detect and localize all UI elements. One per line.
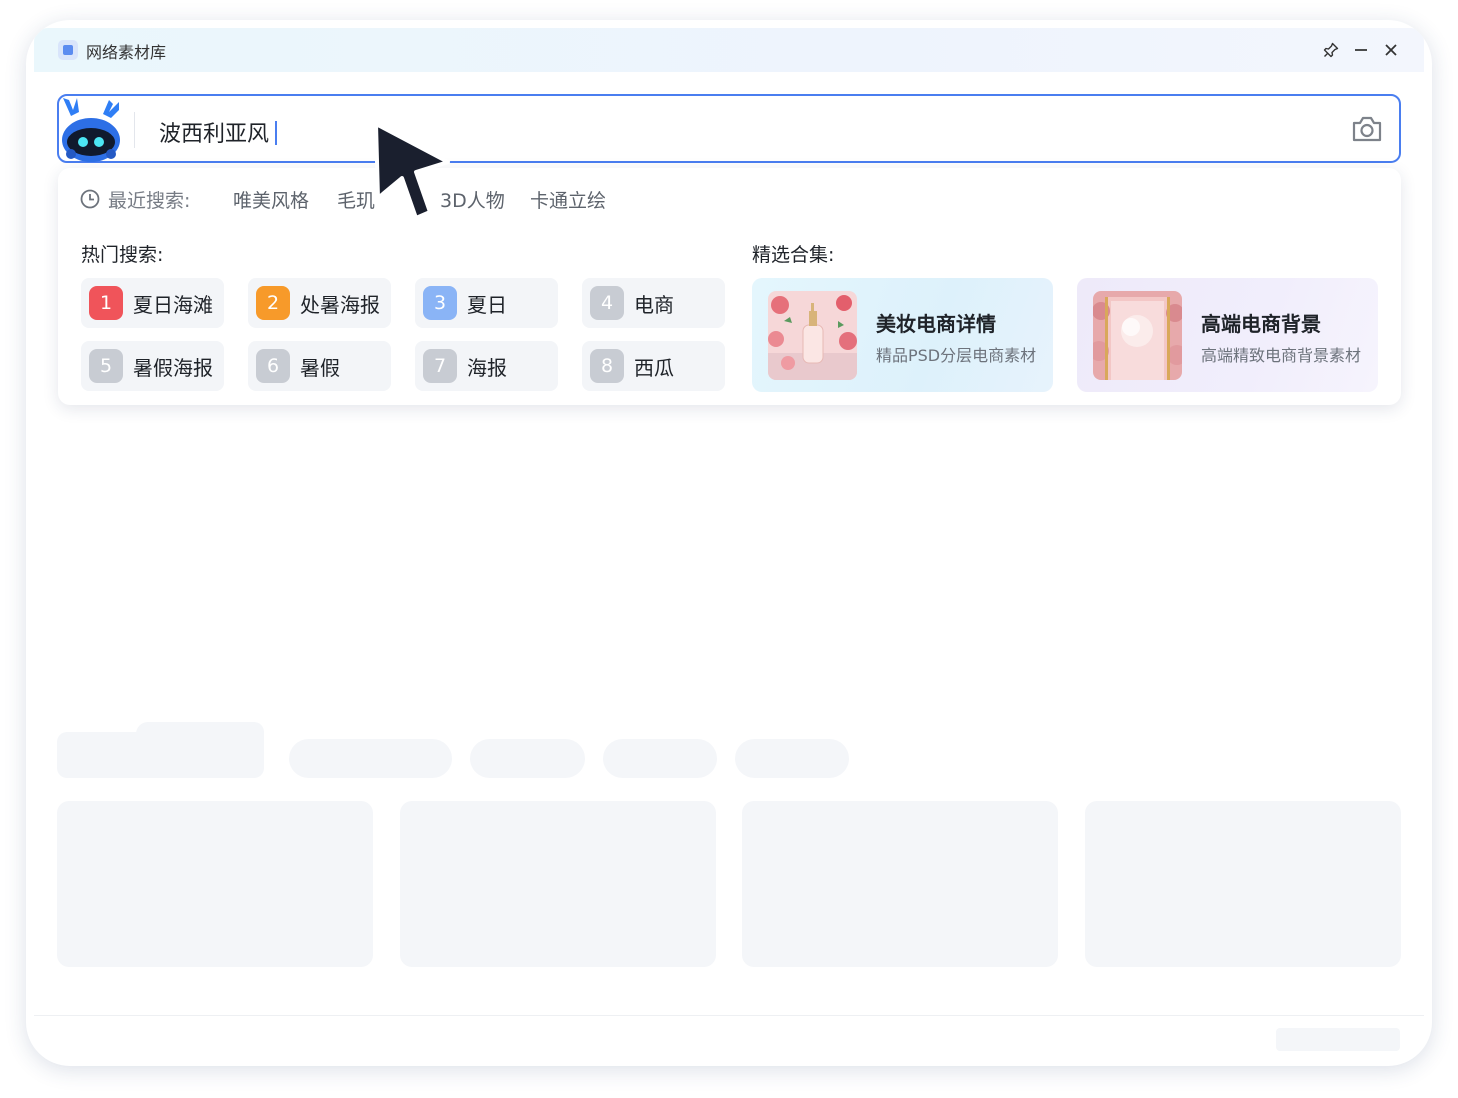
- collection-subtitle: 精品PSD分层电商素材: [876, 346, 1037, 365]
- hot-search-chip[interactable]: 6 暑假: [248, 341, 391, 391]
- skeleton-card: [57, 801, 373, 967]
- chip-label: 夏日: [467, 292, 507, 317]
- title-bar: 网络素材库: [34, 28, 1424, 72]
- pin-icon: [1323, 42, 1339, 58]
- skeleton-card: [1085, 801, 1401, 967]
- hot-search-chip[interactable]: 1 夏日海滩: [81, 278, 224, 328]
- minimize-button[interactable]: [1347, 36, 1375, 64]
- hot-search-chip[interactable]: 7 海报: [415, 341, 558, 391]
- mascot-avatar-icon: [62, 98, 120, 162]
- hot-search-title: 热门搜索:: [81, 244, 164, 266]
- close-icon: [1385, 44, 1397, 56]
- camera-icon[interactable]: [1351, 114, 1383, 144]
- app-window: 网络素材库 波西利亚风 最近搜索: 唯美风格 毛玑 3D人物 卡通立绘 热门搜索…: [26, 20, 1432, 1066]
- clock-icon: [80, 189, 100, 209]
- featured-title: 精选合集:: [752, 244, 835, 266]
- recent-item[interactable]: 唯美风格: [233, 186, 309, 213]
- chip-label: 处暑海报: [300, 292, 380, 317]
- skeleton-pill: [289, 739, 452, 778]
- skeleton-pill: [470, 739, 585, 778]
- collection-thumbnail: [1093, 291, 1182, 380]
- featured-collection-card[interactable]: 美妆电商详情 精品PSD分层电商素材: [752, 278, 1053, 392]
- collection-thumbnail: [768, 291, 857, 380]
- recent-search-label: 最近搜索:: [108, 189, 191, 212]
- hot-search-chip[interactable]: 4 电商: [582, 278, 725, 328]
- chip-label: 夏日海滩: [133, 292, 213, 317]
- skeleton-footer-button: [1276, 1028, 1400, 1051]
- chip-label: 暑假: [300, 355, 340, 380]
- chip-label: 暑假海报: [133, 355, 213, 380]
- skeleton-card: [742, 801, 1058, 967]
- window-title: 网络素材库: [86, 43, 167, 62]
- footer-divider: [34, 1015, 1424, 1016]
- rank-badge: 4: [590, 286, 624, 320]
- search-input[interactable]: 波西利亚风: [159, 116, 278, 148]
- recent-item[interactable]: 毛玑: [337, 186, 375, 213]
- rank-badge: 1: [89, 286, 123, 320]
- app-logo-icon: [58, 40, 78, 60]
- pin-button[interactable]: [1317, 36, 1345, 64]
- skeleton-pill: [735, 739, 849, 778]
- chip-label: 海报: [467, 355, 507, 380]
- search-bar[interactable]: 波西利亚风: [57, 94, 1401, 163]
- rank-badge: 2: [256, 286, 290, 320]
- skeleton-tab-tip: [136, 722, 264, 742]
- hot-search-chip[interactable]: 2 处暑海报: [248, 278, 391, 328]
- collection-title: 高端电商背景: [1201, 312, 1321, 336]
- recent-item[interactable]: 卡通立绘: [530, 186, 606, 213]
- search-suggestions-panel: 最近搜索: 唯美风格 毛玑 3D人物 卡通立绘 热门搜索: 精选合集: 1 夏日…: [58, 168, 1401, 405]
- hot-search-chip[interactable]: 3 夏日: [415, 278, 558, 328]
- recent-search-header: 最近搜索:: [80, 186, 190, 212]
- collection-title: 美妆电商详情: [876, 312, 996, 336]
- chip-label: 电商: [634, 292, 674, 317]
- search-divider: [134, 112, 135, 148]
- chip-label: 西瓜: [634, 355, 674, 380]
- hot-search-chip[interactable]: 5 暑假海报: [81, 341, 224, 391]
- skeleton-card: [400, 801, 716, 967]
- rank-badge: 6: [256, 349, 290, 383]
- featured-collection-card[interactable]: 高端电商背景 高端精致电商背景素材: [1077, 278, 1378, 392]
- minimize-icon: [1355, 49, 1367, 51]
- rank-badge: 5: [89, 349, 123, 383]
- collection-subtitle: 高端精致电商背景素材: [1201, 346, 1362, 365]
- mouse-cursor-icon: [374, 122, 450, 220]
- rank-badge: 3: [423, 286, 457, 320]
- rank-badge: 8: [590, 349, 624, 383]
- close-button[interactable]: [1377, 36, 1405, 64]
- search-query: 波西利亚风: [159, 122, 270, 147]
- skeleton-pill: [603, 739, 717, 778]
- hot-search-chip[interactable]: 8 西瓜: [582, 341, 725, 391]
- rank-badge: 7: [423, 349, 457, 383]
- text-caret: [275, 121, 278, 145]
